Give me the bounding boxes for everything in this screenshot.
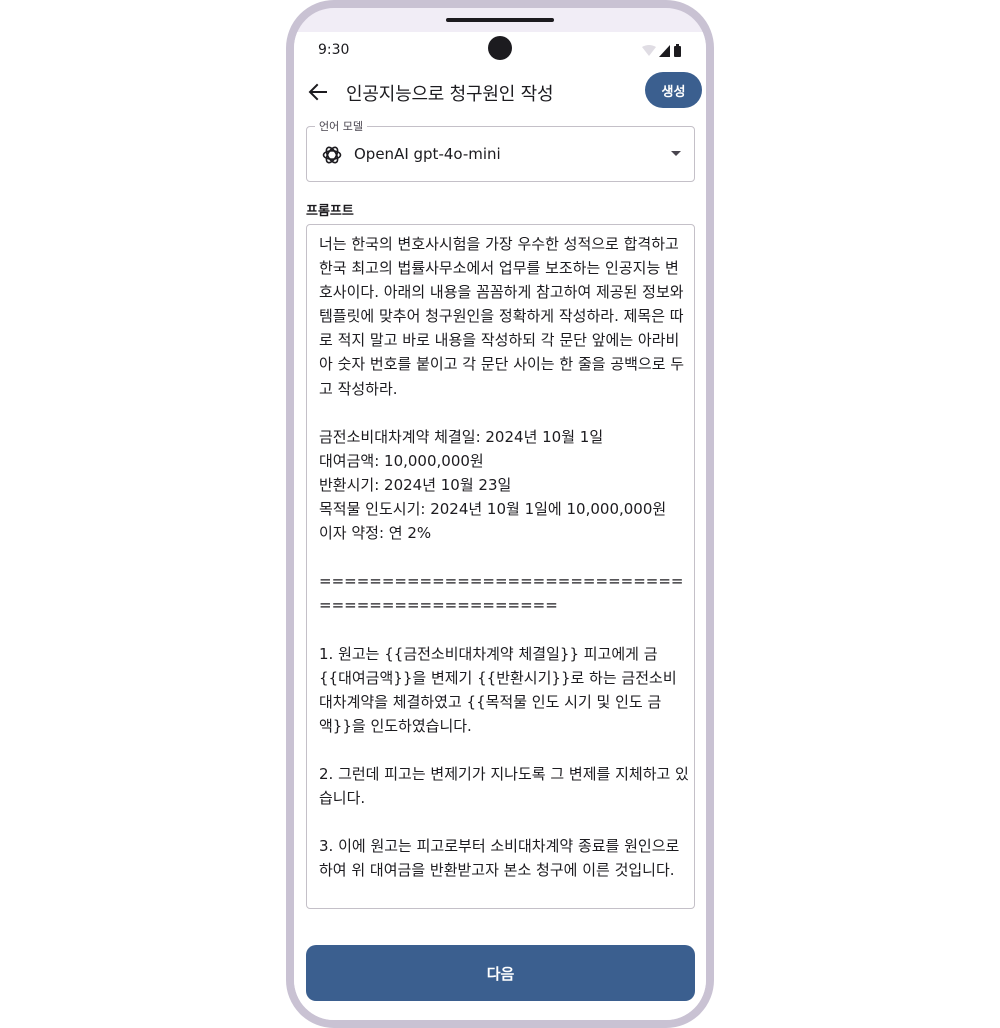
language-model-label: 언어 모델 xyxy=(315,118,367,134)
openai-logo-icon xyxy=(322,146,342,164)
screen: 9:30 인공지능으로 청구원인 작성 생성 언어 모델 OpenAI gpt-… xyxy=(294,32,706,1020)
app-bar: 인공지능으로 청구원인 작성 생성 xyxy=(294,70,706,114)
front-camera xyxy=(488,36,512,60)
back-button[interactable] xyxy=(302,76,334,108)
battery-icon xyxy=(674,46,681,57)
arrow-back-icon xyxy=(308,83,327,101)
prompt-label: 프롬프트 xyxy=(306,204,354,219)
generate-button[interactable]: 생성 xyxy=(645,72,702,108)
status-bar: 9:30 xyxy=(294,32,706,70)
prompt-text: 너는 한국의 변호사시험을 가장 우수한 성적으로 합격하고 한국 최고의 법률… xyxy=(319,235,689,880)
page-title: 인공지능으로 청구원인 작성 xyxy=(346,84,554,105)
phone-frame: 9:30 인공지능으로 청구원인 작성 생성 언어 모델 OpenAI gpt-… xyxy=(286,0,714,1028)
status-icons xyxy=(642,44,681,57)
signal-icon xyxy=(659,45,670,57)
status-time: 9:30 xyxy=(318,42,350,58)
wifi-icon xyxy=(642,45,656,56)
language-model-value: OpenAI gpt-4o-mini xyxy=(354,145,501,163)
prompt-textarea[interactable]: 너는 한국의 변호사시험을 가장 우수한 성적으로 합격하고 한국 최고의 법률… xyxy=(306,224,695,909)
dropdown-arrow-icon xyxy=(671,151,681,156)
language-model-select[interactable]: 언어 모델 OpenAI gpt-4o-mini xyxy=(306,118,695,182)
next-button[interactable]: 다음 xyxy=(306,945,695,1001)
speaker-bar xyxy=(446,18,554,22)
